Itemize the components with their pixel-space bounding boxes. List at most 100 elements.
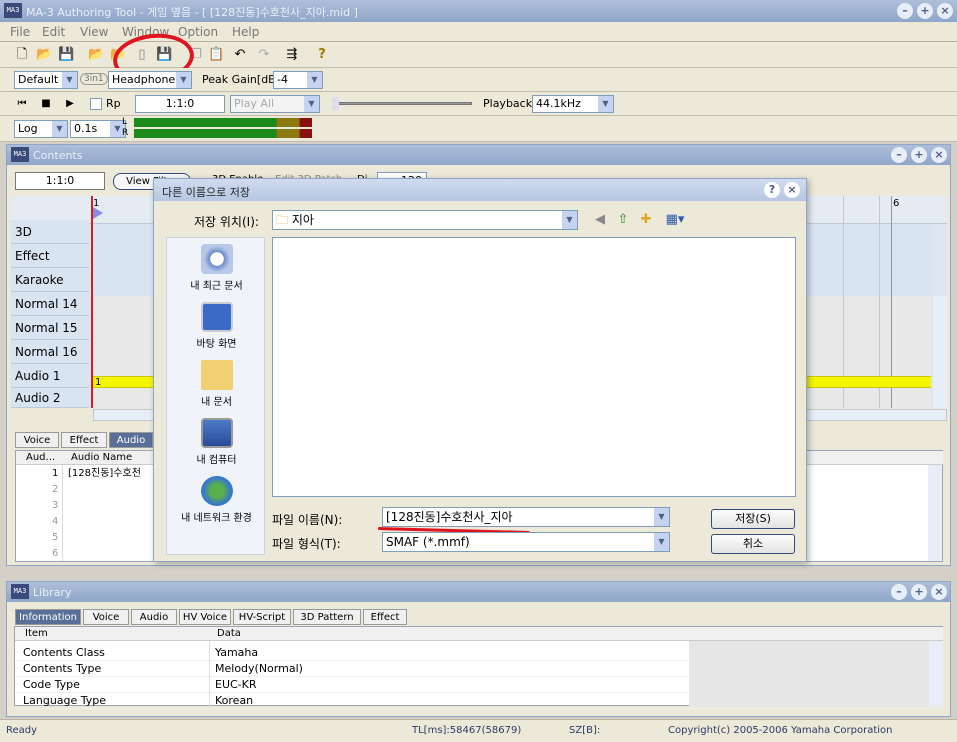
scale-select[interactable]: Log ▼	[14, 120, 68, 138]
menu-help[interactable]: Help	[232, 25, 259, 39]
track-name[interactable]: Normal 16	[11, 340, 89, 364]
track-name[interactable]: Audio 1	[11, 364, 89, 388]
tab-3d-pattern[interactable]: 3D Pattern	[293, 609, 361, 625]
new-folder-icon[interactable]: ✚	[638, 212, 654, 228]
mode-badge[interactable]: 3in1	[80, 73, 108, 85]
save-location-select[interactable]: 🗀 지아 ▼	[272, 210, 578, 230]
place-my-computer[interactable]: 내 컴퓨터	[167, 418, 266, 466]
help-icon[interactable]: ?	[314, 47, 330, 63]
menu-file[interactable]: File	[10, 25, 30, 39]
track-name[interactable]: Karaoke	[11, 268, 89, 292]
track-name[interactable]: Normal 15	[11, 316, 89, 340]
chevron-down-icon: ▼	[176, 72, 191, 88]
tab-voice[interactable]: Voice	[83, 609, 129, 625]
export-icon[interactable]: ⇶	[284, 47, 300, 63]
repeat-checkbox[interactable]	[90, 98, 102, 110]
chevron-down-icon: ▼	[654, 533, 669, 551]
column-header[interactable]: Aud...	[26, 452, 55, 463]
paste-icon[interactable]: 📋	[208, 47, 224, 63]
transport-toolbar: ⏮ ■ ▶ Rp 1:1:0 Play All ▼ Playback 44.1kH…	[0, 92, 957, 116]
desktop-icon	[200, 302, 233, 332]
file-list-area[interactable]	[272, 237, 796, 497]
seek-slider[interactable]	[334, 102, 472, 105]
filetype-select[interactable]: SMAF (*.mmf) ▼	[382, 532, 670, 552]
minimize-icon[interactable]: –	[897, 3, 913, 19]
column-header[interactable]: Audio Name	[71, 452, 132, 463]
column-header[interactable]: Item	[25, 628, 48, 639]
tab-effect[interactable]: Effect	[61, 432, 107, 448]
help-icon[interactable]: ?	[764, 182, 780, 198]
tab-information[interactable]: Information	[15, 609, 81, 625]
maximize-icon[interactable]: +	[911, 584, 927, 600]
tab-effect[interactable]: Effect	[363, 609, 407, 625]
filename-label: 파일 이름(N):	[272, 513, 343, 527]
place-my-documents[interactable]: 내 문서	[167, 360, 266, 408]
column-header[interactable]: Data	[217, 628, 241, 639]
vertical-scrollbar[interactable]	[933, 296, 947, 408]
new-file-icon[interactable]: 🗋	[14, 47, 30, 63]
column-divider	[62, 465, 63, 561]
vertical-scrollbar[interactable]	[929, 641, 943, 707]
peak-gain-select[interactable]: -4 ▼	[273, 71, 323, 89]
maximize-icon[interactable]: +	[917, 3, 933, 19]
minimize-icon[interactable]: –	[891, 584, 907, 600]
minimize-icon[interactable]: –	[891, 147, 907, 163]
bar-marker: 6	[893, 198, 900, 209]
close-icon[interactable]: ×	[784, 182, 800, 198]
filetype-label: 파일 형식(T):	[272, 537, 341, 551]
redo-icon[interactable]: ↷	[256, 47, 272, 63]
menu-view[interactable]: View	[80, 25, 108, 39]
place-network[interactable]: 내 네트워크 환경	[167, 476, 266, 524]
close-icon[interactable]: ×	[937, 3, 953, 19]
open-folder-icon[interactable]: 📂	[36, 47, 52, 63]
save-button[interactable]: 저장(S)	[711, 509, 795, 529]
position-field[interactable]: 1:1:0	[135, 95, 225, 113]
cancel-button[interactable]: 취소	[711, 534, 795, 554]
view-menu-icon[interactable]: ▦▾	[662, 212, 688, 228]
contents-position-field[interactable]: 1:1:0	[15, 172, 105, 190]
back-icon[interactable]: ◀	[592, 212, 608, 228]
vertical-scrollbar[interactable]	[928, 465, 942, 561]
close-icon[interactable]: ×	[931, 584, 947, 600]
menu-option[interactable]: Option	[178, 25, 218, 39]
level-meter-right	[134, 129, 312, 138]
track-name[interactable]: 3D	[11, 220, 89, 244]
my-computer-icon	[200, 418, 233, 448]
seek-slider-thumb[interactable]	[332, 97, 339, 110]
tab-hv-voice[interactable]: HV Voice	[179, 609, 231, 625]
places-bar: 내 최근 문서 바탕 화면 내 문서 내 컴퓨터 내 네트워크 환경	[166, 237, 265, 555]
tab-hv-script[interactable]: HV-Script	[233, 609, 291, 625]
dialog-title: 다른 이름으로 저장	[162, 186, 250, 199]
close-icon[interactable]: ×	[931, 147, 947, 163]
sample-rate-select[interactable]: 44.1kHz ▼	[532, 95, 614, 113]
save-icon[interactable]: 💾	[58, 47, 74, 63]
track-name[interactable]: Normal 14	[11, 292, 89, 316]
place-desktop[interactable]: 바탕 화면	[167, 302, 266, 350]
information-table: Item Data Contents Class Yamaha Contents …	[14, 626, 943, 709]
output-select[interactable]: Headphone ▼	[108, 71, 192, 89]
track-name[interactable]: Audio 2	[11, 388, 89, 408]
interval-select[interactable]: 0.1s ▼	[70, 120, 126, 138]
rewind-icon[interactable]: ⏮	[14, 96, 30, 112]
tab-voice[interactable]: Voice	[15, 432, 59, 448]
tab-audio[interactable]: Audio	[109, 432, 153, 448]
menu-edit[interactable]: Edit	[42, 25, 65, 39]
play-icon[interactable]: ▶	[62, 96, 78, 112]
preset-select[interactable]: Default ▼	[14, 71, 78, 89]
level-meter-left	[134, 118, 312, 127]
open-green-folder-icon[interactable]: 📂	[88, 47, 104, 63]
filename-input[interactable]: [128진동]수호천사_지아 ▼	[382, 507, 670, 527]
up-folder-icon[interactable]: ⇧	[615, 212, 631, 228]
track-name[interactable]: Effect	[11, 244, 89, 268]
play-mode-select[interactable]: Play All ▼	[230, 95, 320, 113]
app-icon: MA3	[4, 3, 22, 18]
stop-icon[interactable]: ■	[38, 96, 54, 112]
status-ready: Ready	[6, 725, 38, 736]
place-recent[interactable]: 내 최근 문서	[167, 244, 266, 292]
playhead-marker-icon[interactable]	[93, 207, 103, 219]
undo-icon[interactable]: ↶	[232, 47, 248, 63]
tab-audio[interactable]: Audio	[131, 609, 177, 625]
panel-icon: MA3	[11, 584, 29, 599]
maximize-icon[interactable]: +	[911, 147, 927, 163]
status-timeline: TL[ms]:58467(58679)	[412, 725, 522, 736]
